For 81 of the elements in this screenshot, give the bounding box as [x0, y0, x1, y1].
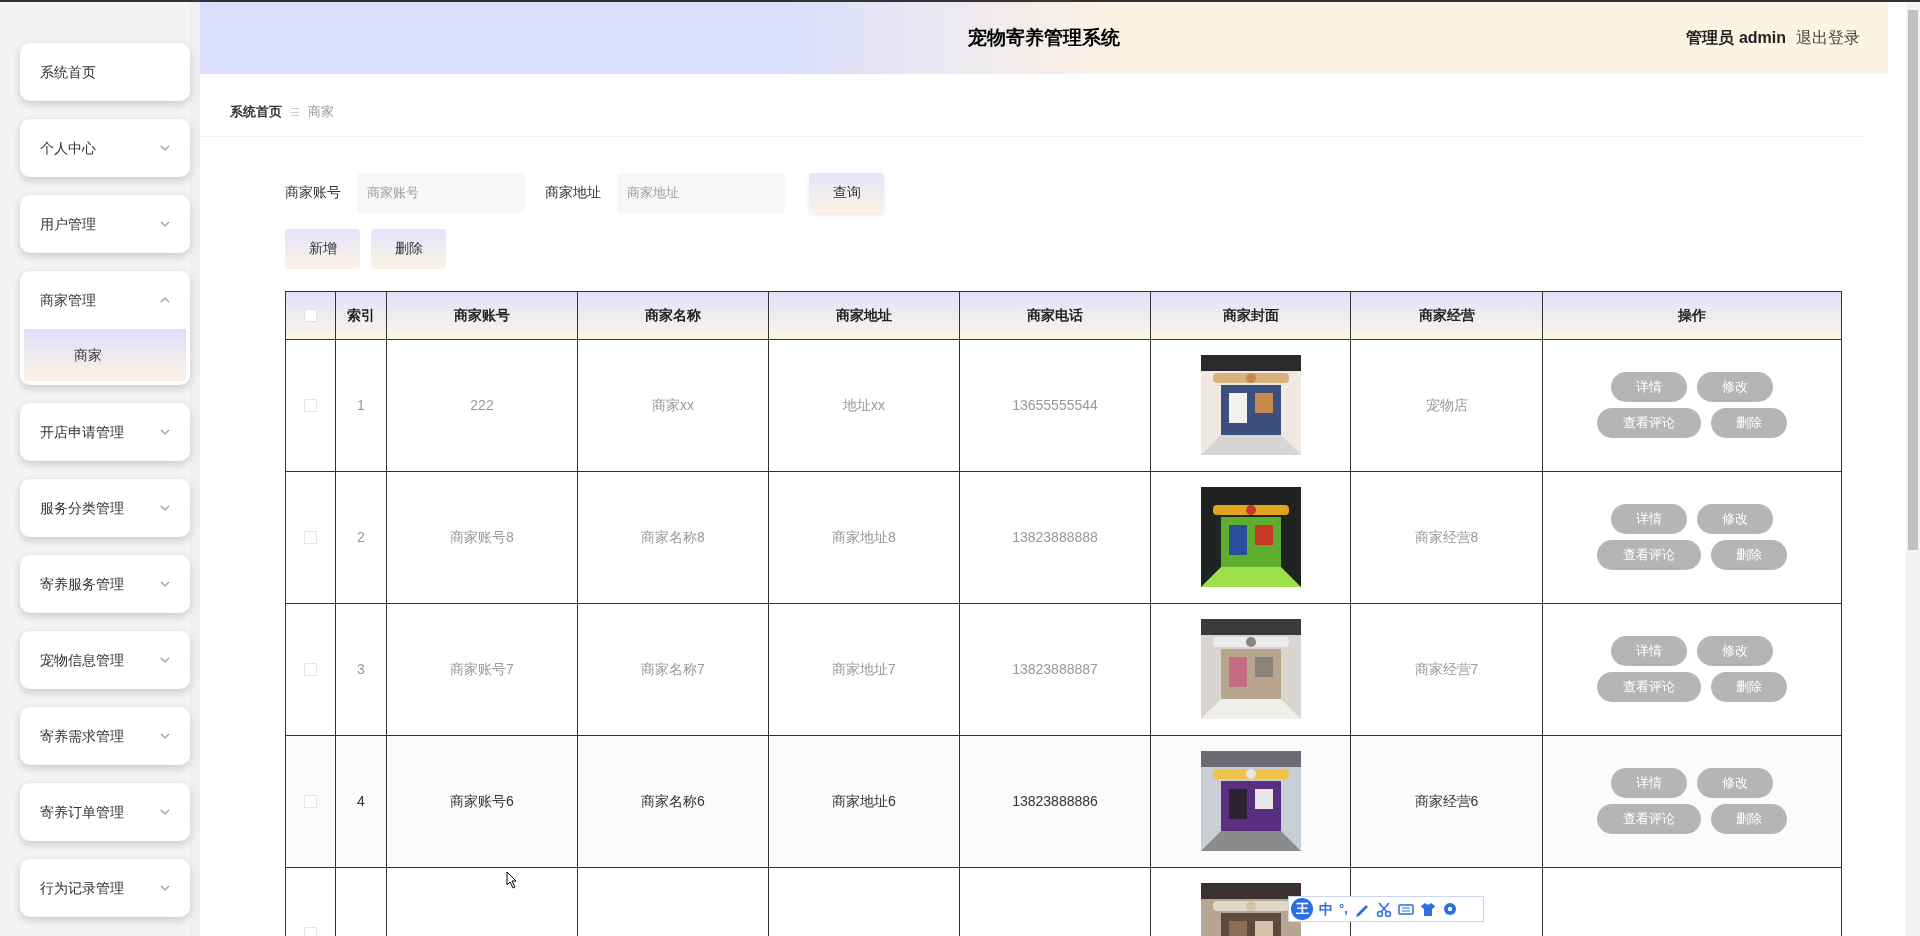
submenu-item[interactable]: 商家: [24, 329, 186, 381]
breadcrumb-link[interactable]: 系统首页: [230, 102, 282, 122]
table-cell-text: 商家名称6: [641, 793, 705, 809]
column-header: 商家电话: [1027, 306, 1083, 323]
chevron-down-icon: [160, 581, 170, 587]
table-cell-text: 2: [357, 529, 365, 545]
table-cell-text: 商家经营8: [1414, 529, 1479, 545]
sidebar-item[interactable]: 寄养需求管理: [20, 707, 190, 765]
column-header: 商家封面: [1222, 306, 1279, 323]
chevron-down-icon: [160, 505, 170, 511]
search-field[interactable]: 商家地址: [617, 172, 785, 213]
chevron-down-icon: [160, 145, 170, 151]
sidebar-item[interactable]: 开店申请管理: [20, 403, 190, 461]
sidebar-item[interactable]: 寄养订单管理: [20, 783, 190, 841]
scissors-icon[interactable]: [1375, 901, 1392, 917]
table-cell-text: 商家xx: [652, 397, 694, 413]
table-cell-text: 商家经营7: [1414, 661, 1479, 677]
table-cell-text: 1: [357, 397, 365, 413]
table-cell-text: 商家账号8: [450, 529, 514, 545]
table-cell-text: 4: [357, 793, 365, 809]
row-checkbox[interactable]: [304, 795, 317, 809]
table-cell-text: 13823888887: [1012, 661, 1098, 677]
chevron-down-icon: [160, 885, 170, 891]
table-cell-text: 商家地址7: [832, 661, 896, 677]
sidebar-item[interactable]: 寄养服务管理: [20, 555, 190, 613]
chevron-down-icon: [160, 221, 170, 227]
action-button[interactable]: 新增: [285, 228, 360, 269]
chevron-down-icon: [160, 809, 170, 815]
ime-punctuation[interactable]: °,: [1339, 899, 1348, 919]
chevron-down-icon: [160, 429, 170, 435]
breadcrumb-separator: ☰: [290, 104, 300, 120]
shirt-icon[interactable]: [1419, 901, 1436, 917]
search-field[interactable]: 商家账号: [357, 172, 525, 213]
sidebar-item[interactable]: 行为记录管理: [20, 859, 190, 917]
row-checkbox[interactable]: [304, 399, 317, 413]
table-cell-text: 13823888888: [1012, 529, 1098, 545]
keyboard-icon[interactable]: [1397, 901, 1414, 917]
table-cell-text: 13655555544: [1012, 397, 1098, 413]
table-cell-text: 商家经营6: [1414, 793, 1479, 809]
table-cell-text: 3: [357, 661, 365, 677]
column-header: 商家账号: [454, 306, 510, 323]
breadcrumb-link[interactable]: 商家: [308, 102, 334, 122]
sidebar-item[interactable]: 商家管理: [20, 271, 190, 329]
table-cell-text: 13823888886: [1012, 793, 1098, 809]
sidebar-item[interactable]: 个人中心: [20, 119, 190, 177]
column-header: 商家地址: [836, 306, 892, 323]
table-cell-text: 地址xx: [843, 397, 885, 413]
search-button[interactable]: 查询: [809, 172, 884, 213]
ime-mode[interactable]: 中: [1319, 898, 1333, 920]
field-label: 商家地址: [545, 183, 601, 202]
field-label: 商家账号: [285, 183, 341, 202]
ime-logo: 王: [1291, 898, 1313, 920]
table-cell-text: 商家名称7: [641, 661, 705, 677]
table-cell-text: 商家地址6: [832, 793, 896, 809]
column-header: 操作: [1678, 306, 1706, 323]
table-cell-text: 222: [470, 397, 494, 413]
column-header: 索引: [347, 306, 375, 323]
sidebar-item[interactable]: 用户管理: [20, 195, 190, 253]
chevron-down-icon: [160, 733, 170, 739]
settings-icon[interactable]: [1441, 901, 1458, 917]
sidebar-item[interactable]: 服务分类管理: [20, 479, 190, 537]
table-cell-text: 商家名称8: [641, 529, 705, 545]
scrollbar-thumb[interactable]: [1908, 10, 1918, 550]
column-header: 商家经营: [1418, 306, 1475, 323]
chevron-down-icon: [160, 657, 170, 663]
user-label: 管理员 admin: [1686, 28, 1786, 48]
select-all-checkbox[interactable]: [304, 309, 317, 323]
row-checkbox[interactable]: [304, 663, 317, 677]
action-button[interactable]: 删除: [371, 228, 446, 269]
cursor-icon: [506, 871, 518, 889]
table-cell-text: 宠物店: [1425, 397, 1468, 413]
logout-link[interactable]: 退出登录: [1796, 26, 1860, 50]
chevron-up-icon: [160, 297, 170, 303]
sidebar-item[interactable]: 系统首页: [20, 43, 190, 101]
table-cell-text: 商家账号7: [450, 661, 514, 677]
sidebar-item[interactable]: 宠物信息管理: [20, 631, 190, 689]
table-cell-text: 商家地址8: [832, 529, 896, 545]
row-checkbox[interactable]: [304, 531, 317, 545]
system-title: 宠物寄养管理系统: [968, 25, 1120, 50]
column-header: 商家名称: [645, 306, 701, 323]
table-cell-text: 商家账号6: [450, 793, 514, 809]
